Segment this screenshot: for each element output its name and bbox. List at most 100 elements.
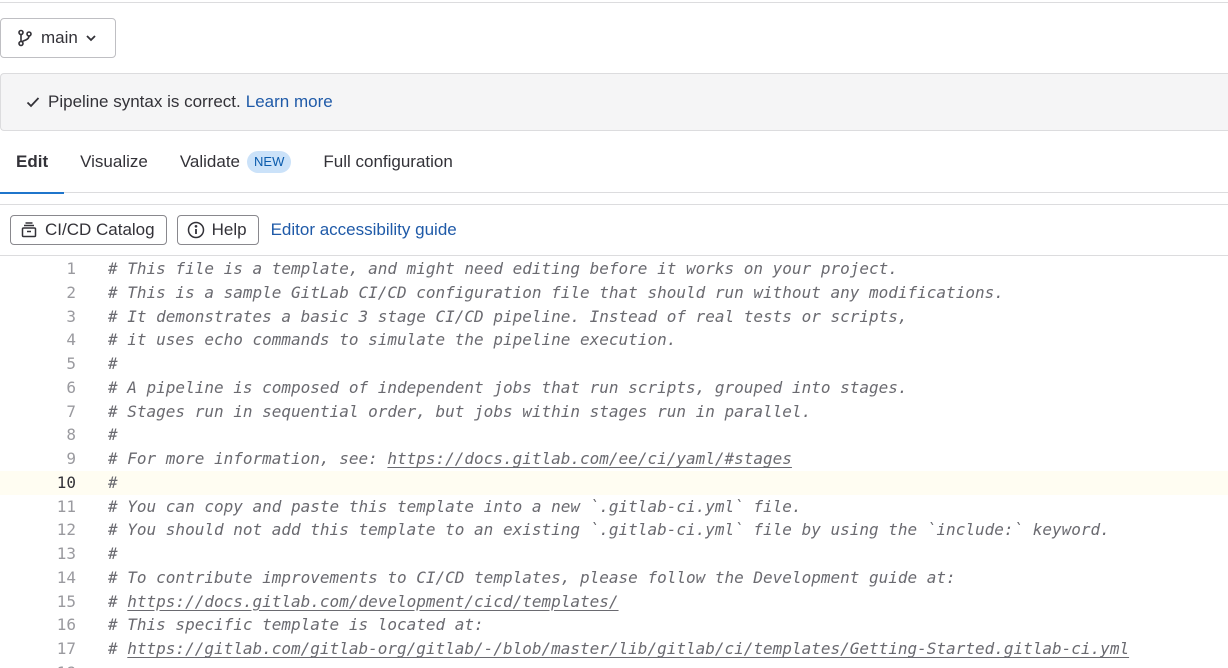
comment-text: # For more information, see: (108, 449, 388, 468)
comment-text: # A pipeline is composed of independent … (108, 377, 908, 397)
code-url-link[interactable]: https://gitlab.com/gitlab-org/gitlab/-/b… (127, 639, 1129, 658)
code-text: # This specific template is located at: (108, 613, 484, 637)
comment-text: # (108, 425, 118, 445)
help-label: Help (211, 220, 247, 239)
code-line[interactable]: 11 # You can copy and paste this template… (0, 495, 1228, 519)
code-text: # (108, 423, 118, 447)
code-text: # (108, 352, 118, 376)
line-number: 17 (56, 639, 76, 658)
comment-text: # This is a sample GitLab CI/CD configur… (108, 282, 1004, 302)
line-number: 8 (66, 425, 76, 445)
code-text: # You can copy and paste this template i… (108, 495, 802, 519)
code-line[interactable]: 3 # It demonstrates a basic 3 stage CI/CD… (0, 305, 1228, 329)
code-line[interactable]: 16 # This specific template is located at… (0, 613, 1228, 637)
line-number: 4 (66, 330, 76, 350)
comment-text: # (108, 354, 118, 373)
code-url-link[interactable]: https://docs.gitlab.com/ee/ci/yaml/#stag… (387, 449, 792, 468)
comment-text: # (108, 639, 128, 658)
code-line[interactable]: 12 # You should not add this template to … (0, 518, 1228, 542)
code-line[interactable]: 1 # This file is a template, and might ne… (0, 257, 1228, 281)
line-number: 16 (56, 615, 76, 635)
code-line[interactable]: 6 # A pipeline is composed of independent… (0, 376, 1228, 400)
code-line[interactable]: 2 # This is a sample GitLab CI/CD configu… (0, 281, 1228, 305)
line-number: 12 (56, 520, 76, 540)
tab-full-configuration[interactable]: Full configuration (307, 131, 468, 193)
info-icon (187, 221, 205, 239)
line-number: 1 (66, 259, 76, 278)
code-text: # To contribute improvements to CI/CD te… (108, 566, 956, 590)
tab-edit[interactable]: Edit (0, 131, 65, 194)
comment-text: # (108, 544, 118, 563)
comment-text: # (108, 472, 118, 492)
code-text: # You should not add this template to an… (108, 518, 1110, 542)
catalog-icon (20, 221, 38, 239)
comment-text: # Stages run in sequential order, but jo… (108, 401, 812, 421)
tab-label: Full configuration (323, 151, 453, 171)
cicd-catalog-label: CI/CD Catalog (45, 220, 155, 239)
cicd-catalog-button[interactable]: CI/CD Catalog (10, 215, 167, 245)
top-divider (0, 2, 1228, 3)
code-text: # A pipeline is composed of independent … (108, 376, 908, 400)
tab-label: Edit (16, 151, 49, 171)
code-line[interactable]: 7 # Stages run in sequential order, but j… (0, 400, 1228, 424)
branch-icon (16, 29, 34, 47)
code-line[interactable]: 15 # https://docs.gitlab.com/development/… (0, 590, 1228, 614)
alert-message: Pipeline syntax is correct. (48, 92, 241, 111)
comment-text: # it uses echo commands to simulate the … (108, 330, 677, 350)
comment-text: # You should not add this template to an… (108, 520, 1110, 540)
line-number: 6 (66, 377, 76, 397)
code-line[interactable]: 9 # For more information, see: https://do… (0, 447, 1228, 471)
new-badge: NEW (247, 150, 292, 173)
line-number: 15 (56, 591, 76, 611)
learn-more-link[interactable]: Learn more (246, 92, 333, 112)
code-line[interactable]: 4 # it uses echo commands to simulate the… (0, 328, 1228, 352)
code-text: # Stages run in sequential order, but jo… (108, 400, 811, 424)
code-text: # (108, 471, 118, 495)
branch-label: main (41, 28, 78, 47)
comment-text: # This file is a template, and might nee… (108, 259, 898, 278)
help-button[interactable]: Help (176, 215, 259, 245)
editor-tabs: Edit Visualize Validate NEW Full configur… (0, 131, 1228, 194)
code-text: # https://docs.gitlab.com/development/ci… (108, 590, 619, 614)
comment-text: # You can copy and paste this template i… (108, 496, 802, 516)
line-number: 18 (0, 661, 76, 668)
tab-validate[interactable]: Validate NEW (164, 131, 308, 193)
pipeline-status-alert: Pipeline syntax is correct. Learn more (0, 73, 1228, 131)
comment-text: # It demonstrates a basic 3 stage CI/CD … (108, 306, 908, 326)
code-text: # https://gitlab.com/gitlab-org/gitlab/-… (108, 637, 1129, 661)
editor-accessibility-guide-link[interactable]: Editor accessibility guide (271, 220, 457, 240)
editor-toolbar: CI/CD Catalog Help Editor accessibility … (0, 204, 1228, 256)
comment-text: # (108, 591, 128, 611)
code-line[interactable]: 8 # (0, 423, 1228, 447)
code-text: # This file is a template, and might nee… (108, 257, 898, 281)
code-text: # For more information, see: https://doc… (108, 447, 792, 471)
code-text: # This is a sample GitLab CI/CD configur… (108, 281, 1004, 305)
line-number: 10 (56, 472, 76, 492)
line-number: 13 (56, 544, 76, 563)
code-text: # It demonstrates a basic 3 stage CI/CD … (108, 305, 908, 329)
code-line[interactable]: 13 # (0, 542, 1228, 566)
tab-label: Visualize (80, 151, 148, 171)
tab-label: Validate (179, 151, 241, 171)
line-number: 5 (66, 354, 76, 373)
check-icon (25, 94, 41, 110)
code-line[interactable]: 10 # (0, 470, 1228, 495)
chevron-down-icon (84, 31, 98, 45)
line-number: 2 (66, 282, 76, 302)
branch-selector-button[interactable]: main (0, 18, 116, 58)
code-line[interactable]: 5 # (0, 352, 1228, 376)
code-editor[interactable]: 1 # This file is a template, and might ne… (0, 257, 1228, 668)
comment-text: # This specific template is located at: (108, 615, 484, 635)
tab-visualize[interactable]: Visualize (64, 131, 164, 193)
code-text: # (108, 542, 118, 566)
code-line[interactable]: 14 # To contribute improvements to CI/CD … (0, 566, 1228, 590)
line-number: 3 (66, 306, 76, 326)
comment-text: # To contribute improvements to CI/CD te… (108, 567, 956, 587)
code-line[interactable]: 17 # https://gitlab.com/gitlab-org/gitlab… (0, 637, 1228, 661)
code-line[interactable]: 18 (0, 661, 1228, 668)
line-number: 7 (66, 401, 76, 421)
code-url-link[interactable]: https://docs.gitlab.com/development/cicd… (127, 592, 618, 611)
line-number: 14 (56, 567, 76, 587)
line-number: 9 (66, 449, 76, 468)
line-number: 11 (56, 496, 76, 516)
